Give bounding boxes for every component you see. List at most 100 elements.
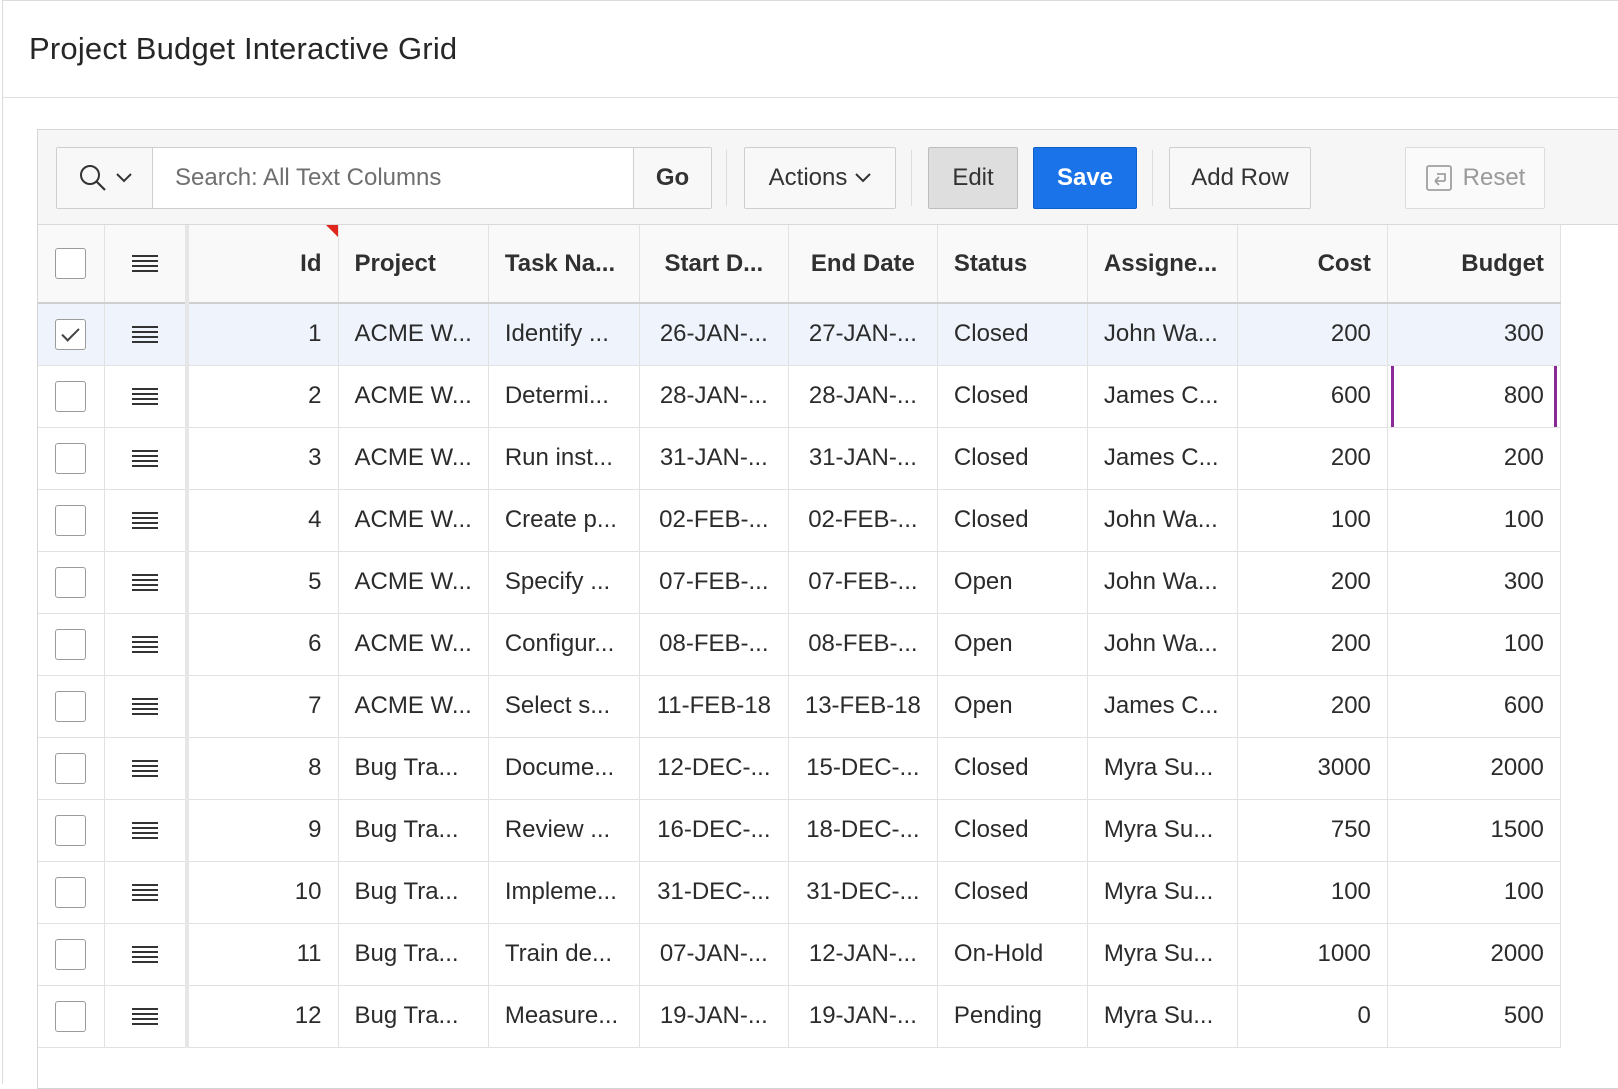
cell-id[interactable]: 3: [187, 427, 339, 490]
cell-end-date[interactable]: 13-FEB-18: [788, 675, 938, 738]
column-header-budget[interactable]: Budget: [1387, 225, 1561, 304]
table-row[interactable]: 2 ACME W... Determi... 28-JAN-... 28-JAN…: [38, 365, 1561, 428]
cell-task-name[interactable]: Configur...: [488, 613, 640, 676]
cell-cost[interactable]: 100: [1237, 861, 1388, 924]
row-select-cell[interactable]: [38, 489, 105, 552]
cell-budget[interactable]: 200: [1387, 427, 1561, 490]
cell-task-name[interactable]: Identify ...: [488, 303, 640, 366]
cell-assignee[interactable]: Myra Su...: [1087, 737, 1238, 800]
cell-budget[interactable]: 600: [1387, 675, 1561, 738]
select-all-header[interactable]: [38, 225, 105, 304]
cell-end-date[interactable]: 31-JAN-...: [788, 427, 938, 490]
actions-menu-button[interactable]: Actions: [744, 147, 896, 209]
row-actions-cell[interactable]: [104, 985, 189, 1048]
cell-project[interactable]: ACME W...: [338, 551, 489, 614]
table-row[interactable]: 8 Bug Tra... Docume... 12-DEC-... 15-DEC…: [38, 737, 1561, 800]
row-actions-cell[interactable]: [104, 675, 189, 738]
column-header-status[interactable]: Status: [937, 225, 1088, 304]
row-select-cell[interactable]: [38, 985, 105, 1048]
row-select-cell[interactable]: [38, 861, 105, 924]
column-header-task-name[interactable]: Task Na...: [488, 225, 640, 304]
cell-end-date[interactable]: 31-DEC-...: [788, 861, 938, 924]
cell-end-date[interactable]: 27-JAN-...: [788, 303, 938, 366]
cell-cost[interactable]: 100: [1237, 489, 1388, 552]
cell-project[interactable]: Bug Tra...: [338, 799, 489, 862]
row-actions-icon[interactable]: [131, 635, 158, 655]
table-row[interactable]: 10 Bug Tra... Impleme... 31-DEC-... 31-D…: [38, 861, 1561, 924]
cell-task-name[interactable]: Create p...: [488, 489, 640, 552]
column-header-assignee[interactable]: Assigne...: [1087, 225, 1238, 304]
cell-project[interactable]: Bug Tra...: [338, 985, 489, 1048]
cell-task-name[interactable]: Measure...: [488, 985, 640, 1048]
cell-end-date[interactable]: 12-JAN-...: [788, 923, 938, 986]
cell-status[interactable]: On-Hold: [937, 923, 1088, 986]
cell-project[interactable]: ACME W...: [338, 489, 489, 552]
row-actions-cell[interactable]: [104, 613, 189, 676]
cell-task-name[interactable]: Train de...: [488, 923, 640, 986]
cell-project[interactable]: Bug Tra...: [338, 737, 489, 800]
cell-cost[interactable]: 1000: [1237, 923, 1388, 986]
cell-cost[interactable]: 200: [1237, 427, 1388, 490]
cell-id[interactable]: 6: [187, 613, 339, 676]
row-checkbox[interactable]: [55, 566, 87, 598]
row-actions-icon[interactable]: [131, 759, 158, 779]
row-actions-icon[interactable]: [131, 883, 158, 903]
row-actions-icon[interactable]: [131, 1007, 158, 1027]
row-actions-cell[interactable]: [104, 427, 189, 490]
cell-status[interactable]: Closed: [937, 861, 1088, 924]
row-select-cell[interactable]: [38, 303, 105, 366]
cell-budget[interactable]: 100: [1387, 861, 1561, 924]
table-row[interactable]: 11 Bug Tra... Train de... 07-JAN-... 12-…: [38, 923, 1561, 986]
cell-cost[interactable]: 600: [1237, 365, 1388, 428]
cell-id[interactable]: 10: [187, 861, 339, 924]
row-select-cell[interactable]: [38, 737, 105, 800]
cell-status[interactable]: Pending: [937, 985, 1088, 1048]
cell-status[interactable]: Open: [937, 675, 1088, 738]
cell-budget[interactable]: 800: [1387, 365, 1561, 428]
reset-button[interactable]: Reset: [1405, 147, 1545, 209]
table-row[interactable]: 7 ACME W... Select s... 11-FEB-18 13-FEB…: [38, 675, 1561, 738]
cell-start-date[interactable]: 19-JAN-...: [639, 985, 789, 1048]
cell-budget[interactable]: 100: [1387, 613, 1561, 676]
table-row[interactable]: 5 ACME W... Specify ... 07-FEB-... 07-FE…: [38, 551, 1561, 614]
cell-id[interactable]: 12: [187, 985, 339, 1048]
cell-end-date[interactable]: 15-DEC-...: [788, 737, 938, 800]
cell-budget[interactable]: 2000: [1387, 737, 1561, 800]
cell-cost[interactable]: 200: [1237, 551, 1388, 614]
edit-button[interactable]: Edit: [928, 147, 1018, 209]
select-all-checkbox[interactable]: [55, 248, 87, 279]
cell-assignee[interactable]: James C...: [1087, 675, 1238, 738]
cell-project[interactable]: ACME W...: [338, 303, 489, 366]
cell-start-date[interactable]: 31-DEC-...: [639, 861, 789, 924]
cell-cost[interactable]: 200: [1237, 303, 1388, 366]
row-actions-icon[interactable]: [131, 387, 158, 407]
row-actions-icon[interactable]: [131, 511, 158, 531]
column-header-id[interactable]: Id: [187, 225, 339, 304]
cell-status[interactable]: Closed: [937, 427, 1088, 490]
row-select-cell[interactable]: [38, 923, 105, 986]
cell-task-name[interactable]: Determi...: [488, 365, 640, 428]
cell-project[interactable]: ACME W...: [338, 427, 489, 490]
cell-budget[interactable]: 300: [1387, 303, 1561, 366]
cell-task-name[interactable]: Select s...: [488, 675, 640, 738]
cell-start-date[interactable]: 11-FEB-18: [639, 675, 789, 738]
search-column-selector[interactable]: [57, 148, 153, 208]
row-checkbox[interactable]: [55, 690, 87, 722]
cell-start-date[interactable]: 16-DEC-...: [639, 799, 789, 862]
cell-id[interactable]: 4: [187, 489, 339, 552]
row-checkbox[interactable]: [55, 628, 87, 660]
row-actions-cell[interactable]: [104, 799, 189, 862]
cell-cost[interactable]: 3000: [1237, 737, 1388, 800]
row-checkbox[interactable]: [55, 876, 87, 908]
cell-assignee[interactable]: Myra Su...: [1087, 799, 1238, 862]
cell-start-date[interactable]: 26-JAN-...: [639, 303, 789, 366]
table-row[interactable]: 6 ACME W... Configur... 08-FEB-... 08-FE…: [38, 613, 1561, 676]
table-row[interactable]: 3 ACME W... Run inst... 31-JAN-... 31-JA…: [38, 427, 1561, 490]
row-actions-icon[interactable]: [131, 573, 158, 593]
cell-status[interactable]: Closed: [937, 489, 1088, 552]
row-actions-cell[interactable]: [104, 861, 189, 924]
cell-status[interactable]: Open: [937, 613, 1088, 676]
row-actions-icon[interactable]: [131, 697, 158, 717]
add-row-button[interactable]: Add Row: [1169, 147, 1311, 209]
cell-assignee[interactable]: John Wa...: [1087, 613, 1238, 676]
